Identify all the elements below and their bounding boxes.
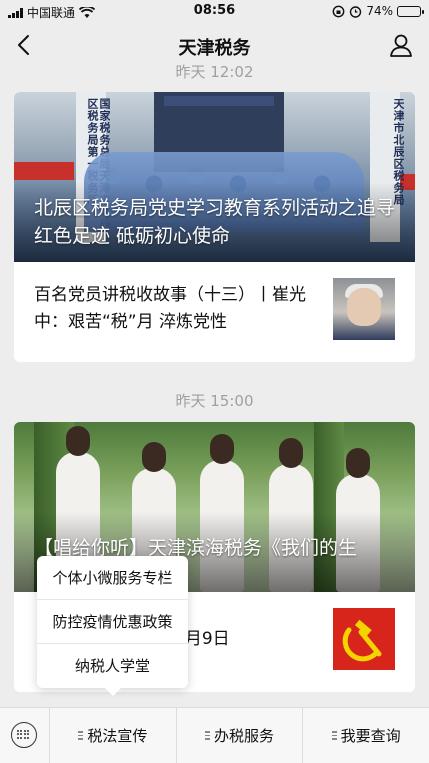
status-right: 74% [332, 4, 424, 18]
article-title: 5月9日 [174, 629, 230, 649]
message-timestamp: 昨天 12:02 [175, 63, 254, 81]
menu-tab-query[interactable]: 我要查询 [303, 708, 429, 763]
menu-mark-icon [78, 731, 84, 740]
article-title: 百名党员讲税收故事（十三）丨崔光中：艰苦“税”月 淬炼党性 [34, 285, 306, 332]
article-cover-image[interactable]: 国家税务总局天津市北辰区税务局第一税务所 天津市北辰区税务局 北辰区税务局党史学… [14, 92, 415, 262]
alarm-icon [350, 5, 362, 18]
submenu-item[interactable]: 个体小微服务专栏 [37, 556, 188, 600]
keyboard-toggle-button[interactable] [0, 708, 50, 763]
menu-tab-tax-service[interactable]: 办税服务 [177, 708, 304, 763]
battery-icon [397, 5, 424, 17]
nav-header: 天津税务 [0, 24, 429, 66]
article-headline: 北辰区税务局党史学习教育系列活动之追寻红色足迹 砥砺初心使命 [34, 197, 396, 247]
keyboard-icon [11, 722, 37, 748]
list-item[interactable]: 百名党员讲税收故事（十三）丨崔光中：艰苦“税”月 淬炼党性 [14, 262, 415, 360]
article-card[interactable]: 国家税务总局天津市北辰区税务局第一税务所 天津市北辰区税务局 北辰区税务局党史学… [14, 92, 415, 362]
submenu-popup: 个体小微服务专栏 防控疫情优惠政策 纳税人学堂 [37, 556, 188, 696]
menu-mark-icon [331, 731, 337, 740]
user-icon[interactable] [387, 31, 415, 59]
status-bar: 中国联通 08:56 74% [0, 0, 429, 24]
menu-mark-icon [205, 731, 210, 740]
bottom-menu-bar: 税法宣传 办税服务 我要查询 [0, 707, 429, 763]
menu-tab-label: 办税服务 [214, 727, 275, 745]
menu-tab-label: 我要查询 [340, 727, 401, 745]
page-title: 天津税务 [178, 38, 251, 59]
red-banner [14, 162, 74, 180]
message-timestamp: 昨天 15:00 [175, 392, 254, 410]
hammer-sickle-icon [342, 619, 382, 662]
menu-tab-label: 税法宣传 [87, 727, 148, 745]
article-thumbnail [333, 608, 395, 670]
article-thumbnail [333, 278, 395, 340]
submenu-item[interactable]: 纳税人学堂 [37, 644, 188, 688]
menu-tab-tax-law[interactable]: 税法宣传 [50, 708, 177, 763]
submenu-item[interactable]: 防控疫情优惠政策 [37, 600, 188, 644]
battery-percent: 74% [366, 4, 393, 18]
lock-rotation-icon [332, 5, 345, 17]
